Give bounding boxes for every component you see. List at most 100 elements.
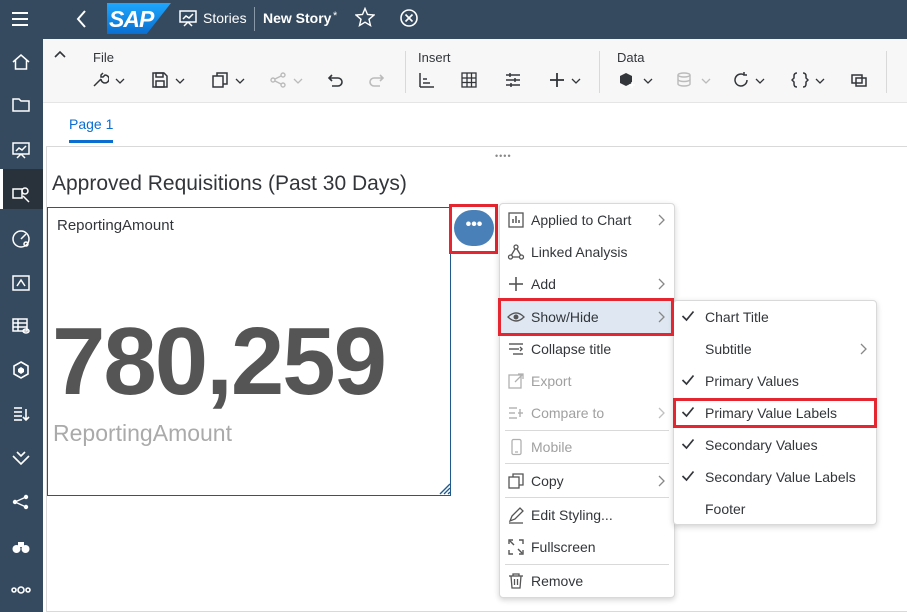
linked-widgets-icon[interactable] — [850, 71, 868, 89]
divider — [254, 7, 255, 31]
toolbar-divider — [405, 51, 406, 93]
app-title[interactable]: Stories — [203, 10, 247, 26]
stories-icon — [179, 10, 197, 27]
showhide-item-chart-title[interactable]: Chart Title — [673, 301, 877, 333]
menu-item-label: Applied to Chart — [531, 212, 632, 228]
stories-icon[interactable] — [11, 140, 31, 160]
highlight-box — [498, 298, 674, 336]
analytics-designer-icon[interactable] — [11, 229, 31, 249]
formula-icon[interactable] — [791, 71, 809, 89]
wrench-icon[interactable] — [91, 71, 109, 89]
export-icon — [508, 373, 524, 389]
copy-icon — [508, 473, 524, 489]
star-icon[interactable] — [355, 7, 375, 27]
menu-item-collapse-title[interactable]: Collapse title — [499, 333, 675, 365]
menu-item-compare-to[interactable]: Compare to — [499, 397, 675, 429]
fullscreen-icon — [508, 539, 524, 555]
chevron-right-icon — [658, 278, 665, 290]
chevron-down-icon[interactable] — [643, 77, 653, 85]
connections-icon[interactable] — [11, 448, 31, 468]
menu-item-label: Remove — [531, 573, 584, 589]
toolbar-section-insert: Insert — [418, 50, 451, 65]
chevron-right-icon — [658, 407, 665, 419]
showhide-item-subtitle[interactable]: Subtitle — [673, 333, 877, 365]
chevron-down-icon[interactable] — [701, 77, 711, 85]
chevron-down-icon[interactable] — [755, 77, 765, 85]
home-icon[interactable] — [11, 52, 31, 72]
analytic-apps-icon[interactable] — [11, 184, 31, 204]
chevron-down-icon[interactable] — [235, 77, 245, 85]
input-control-icon[interactable] — [504, 71, 522, 89]
add-icon[interactable] — [548, 71, 566, 89]
toolbar-section-data: Data — [617, 50, 645, 65]
chevron-down-icon[interactable] — [815, 77, 825, 85]
widget-title: Approved Requisitions (Past 30 Days) — [52, 172, 407, 195]
primary-value-label: ReportingAmount — [53, 420, 232, 446]
redo-icon[interactable] — [367, 71, 385, 89]
active-tab-indicator — [69, 140, 113, 143]
bar-chart-icon[interactable] — [418, 71, 436, 89]
highlight-box — [673, 398, 877, 428]
collapse-title-icon — [509, 343, 523, 355]
showhide-item-secondary-values[interactable]: Secondary Values — [673, 429, 877, 461]
menu-item-export[interactable]: Export — [499, 365, 675, 397]
add-data-icon[interactable] — [618, 71, 636, 89]
undo-icon[interactable] — [327, 71, 345, 89]
menu-item-label: Export — [531, 373, 572, 389]
showhide-item-footer[interactable]: Footer — [673, 493, 877, 525]
menu-item-remove[interactable]: Remove — [499, 565, 675, 597]
explore-icon[interactable] — [11, 537, 31, 557]
menu-item-label: Mobile — [531, 439, 573, 455]
showhide-item-secondary-value-labels[interactable]: Secondary Value Labels — [673, 461, 877, 493]
folder-icon[interactable] — [11, 95, 31, 115]
share-icon[interactable] — [11, 492, 31, 512]
applied-chart-icon — [508, 212, 524, 228]
transport-icon[interactable] — [11, 404, 31, 424]
chevron-down-icon[interactable] — [115, 77, 125, 85]
chevron-down-icon[interactable] — [571, 77, 581, 85]
save-icon[interactable] — [151, 71, 169, 89]
table-icon[interactable] — [460, 71, 478, 89]
canvas-resize-grip[interactable]: •••• — [495, 151, 512, 161]
menu-item-applied-to-chart[interactable]: Applied to Chart — [499, 204, 675, 236]
chevron-down-icon[interactable] — [175, 77, 185, 85]
menu-item-label: Fullscreen — [531, 539, 596, 555]
share-icon[interactable] — [269, 71, 287, 89]
tab-page-1[interactable]: Page 1 — [69, 116, 113, 132]
checkmark-icon — [681, 310, 695, 322]
menu-item-mobile[interactable]: Mobile — [499, 431, 675, 463]
showhide-item-label: Footer — [705, 501, 746, 517]
database-icon[interactable] — [676, 71, 694, 89]
menu-divider — [505, 497, 669, 498]
tile-label: ReportingAmount — [57, 217, 174, 234]
data-upload-icon[interactable] — [11, 360, 31, 380]
showhide-item-primary-values[interactable]: Primary Values — [673, 365, 877, 397]
back-icon[interactable] — [72, 8, 92, 30]
data-icon[interactable] — [11, 316, 31, 336]
refresh-icon[interactable] — [732, 71, 750, 89]
resize-handle-icon[interactable] — [437, 481, 451, 495]
edit-styling-icon — [508, 507, 524, 524]
menu-divider — [505, 564, 669, 565]
unsaved-marker: * — [333, 10, 338, 22]
sap-logo: SAP — [107, 3, 171, 34]
showhide-item-label: Secondary Values — [705, 437, 818, 453]
collapse-toolbar-icon[interactable] — [53, 49, 67, 59]
menu-item-copy[interactable]: Copy — [499, 465, 675, 497]
close-icon[interactable] — [399, 8, 419, 28]
showhide-item-label: Secondary Value Labels — [705, 469, 856, 485]
chevron-down-icon[interactable] — [293, 77, 303, 85]
menu-item-label: Add — [531, 276, 556, 292]
chevron-right-icon — [658, 475, 665, 487]
menu-item-edit-styling[interactable]: Edit Styling... — [499, 499, 675, 531]
toolbar: File Insert Data — [43, 39, 907, 103]
hamburger-menu-icon[interactable] — [10, 9, 30, 29]
menu-item-linked-analysis[interactable]: Linked Analysis — [499, 236, 675, 268]
menu-item-add[interactable]: Add — [499, 268, 675, 300]
shell-bar: SAP Stories New Story * — [0, 0, 907, 39]
menu-item-fullscreen[interactable]: Fullscreen — [499, 531, 675, 563]
more-icon[interactable] — [11, 580, 31, 600]
modeler-icon[interactable] — [11, 273, 31, 293]
mobile-icon — [511, 438, 522, 456]
copy-icon[interactable] — [211, 71, 229, 89]
